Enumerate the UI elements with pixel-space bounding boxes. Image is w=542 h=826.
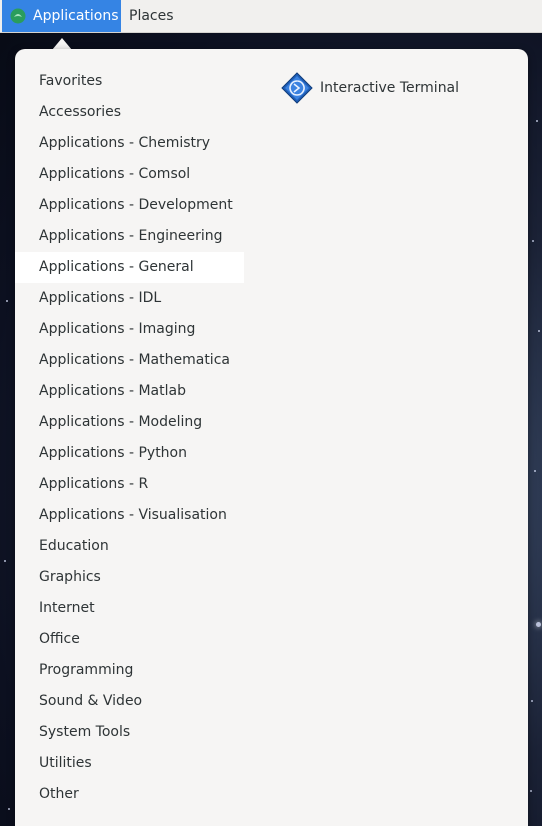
category-item[interactable]: Programming — [15, 655, 244, 686]
category-item[interactable]: Applications - Python — [15, 438, 244, 469]
applications-menu-label: Applications — [33, 8, 119, 24]
category-item[interactable]: Applications - Development — [15, 190, 244, 221]
category-item[interactable]: Office — [15, 624, 244, 655]
category-item[interactable]: Graphics — [15, 562, 244, 593]
category-item[interactable]: Sound & Video — [15, 686, 244, 717]
app-item-label: Interactive Terminal — [320, 80, 460, 96]
category-item[interactable]: Applications - R — [15, 469, 244, 500]
applications-menu-button[interactable]: Applications — [2, 0, 121, 32]
category-item[interactable]: Applications - Modeling — [15, 407, 244, 438]
category-item[interactable]: Applications - Imaging — [15, 314, 244, 345]
category-item[interactable]: Other — [15, 779, 244, 810]
category-item[interactable]: Favorites — [15, 66, 244, 97]
top-panel: Applications Places — [0, 0, 542, 33]
category-item[interactable]: Applications - General — [15, 252, 244, 283]
places-menu-label: Places — [129, 8, 174, 24]
category-item[interactable]: Utilities — [15, 748, 244, 779]
category-item[interactable]: Applications - Comsol — [15, 159, 244, 190]
category-item[interactable]: Applications - IDL — [15, 283, 244, 314]
category-item[interactable]: Accessories — [15, 97, 244, 128]
category-item[interactable]: Internet — [15, 593, 244, 624]
app-item-interactive-terminal[interactable]: Interactive Terminal — [280, 71, 459, 105]
category-item[interactable]: System Tools — [15, 717, 244, 748]
applications-menu-popup: Favorites Accessories Applications - Chemi… — [15, 49, 528, 826]
category-item[interactable]: Applications - Chemistry — [15, 128, 244, 159]
category-item[interactable]: Applications - Visualisation — [15, 500, 244, 531]
category-item[interactable]: Applications - Engineering — [15, 221, 244, 252]
category-item[interactable]: Applications - Mathematica — [15, 345, 244, 376]
app-list: Interactive Terminal — [280, 71, 459, 105]
category-item[interactable]: Applications - Matlab — [15, 376, 244, 407]
terminal-diamond-icon — [281, 72, 313, 104]
places-menu-button[interactable]: Places — [129, 0, 174, 32]
category-list: Favorites Accessories Applications - Chemi… — [15, 66, 244, 810]
category-item[interactable]: Education — [15, 531, 244, 562]
applications-icon — [10, 8, 26, 24]
